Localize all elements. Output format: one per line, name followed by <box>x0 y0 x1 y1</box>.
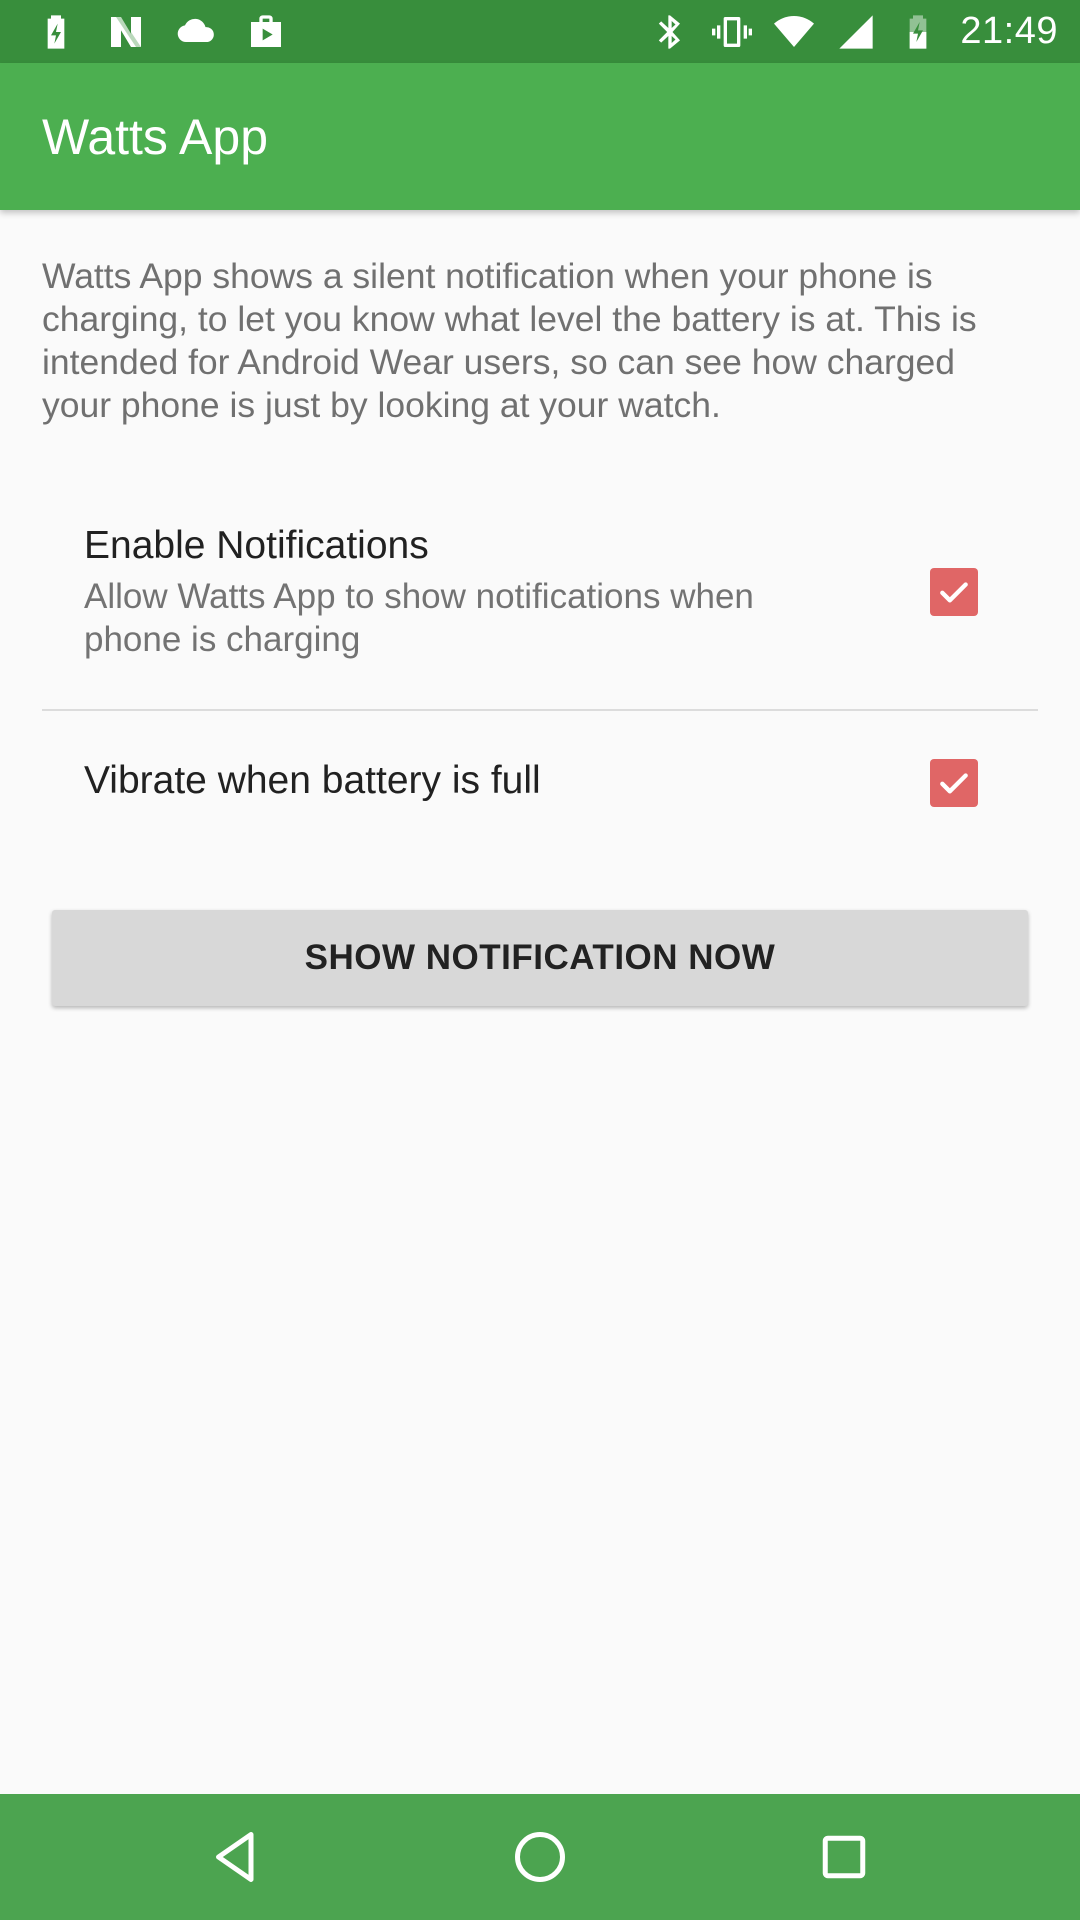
status-right-icons: 21:49 <box>650 10 1058 53</box>
check-icon <box>940 773 968 794</box>
home-icon <box>515 1832 565 1882</box>
cell-signal-icon <box>836 12 876 52</box>
pref-title: Vibrate when battery is full <box>84 759 541 802</box>
navigation-bar <box>0 1794 1080 1920</box>
divider <box>42 709 1038 711</box>
vibrate-icon <box>712 12 753 52</box>
home-button[interactable] <box>510 1827 570 1887</box>
cloud-icon <box>176 12 216 52</box>
screen: 21:49 Watts App Watts App shows a silent… <box>0 0 1080 1920</box>
bluetooth-icon <box>650 12 690 52</box>
n-logo-icon <box>106 12 146 52</box>
recents-icon <box>822 1835 866 1879</box>
shopping-bag-icon <box>246 12 286 52</box>
check-icon <box>940 582 968 603</box>
pref-enable-notifications[interactable]: Enable Notifications Allow Watts App to … <box>0 505 1080 710</box>
wifi-icon <box>774 12 815 52</box>
pref-title: Enable Notifications <box>84 524 429 567</box>
pref-summary: Allow Watts App to show notifications wh… <box>84 577 754 659</box>
status-bar: 21:49 <box>0 0 1080 63</box>
app-title: Watts App <box>42 108 269 165</box>
battery-icon <box>898 12 938 52</box>
show-notification-now-button[interactable]: SHOW NOTIFICATION NOW <box>52 910 1028 1006</box>
app-bar: Watts App <box>0 63 1080 210</box>
recents-button[interactable] <box>814 1827 874 1887</box>
vibrate-when-full-checkbox[interactable] <box>930 759 978 807</box>
enable-notifications-checkbox[interactable] <box>930 568 978 616</box>
status-time: 21:49 <box>960 10 1058 52</box>
status-left-icons <box>36 12 286 52</box>
app-description: Watts App shows a silent notification wh… <box>42 256 977 425</box>
battery-charging-icon <box>36 12 76 52</box>
pref-text: Enable Notifications Allow Watts App to … <box>84 523 844 661</box>
back-icon <box>216 1832 254 1882</box>
pref-text: Vibrate when battery is full <box>84 758 844 804</box>
back-button[interactable] <box>206 1827 266 1887</box>
pref-vibrate-when-full[interactable]: Vibrate when battery is full <box>0 712 1080 857</box>
